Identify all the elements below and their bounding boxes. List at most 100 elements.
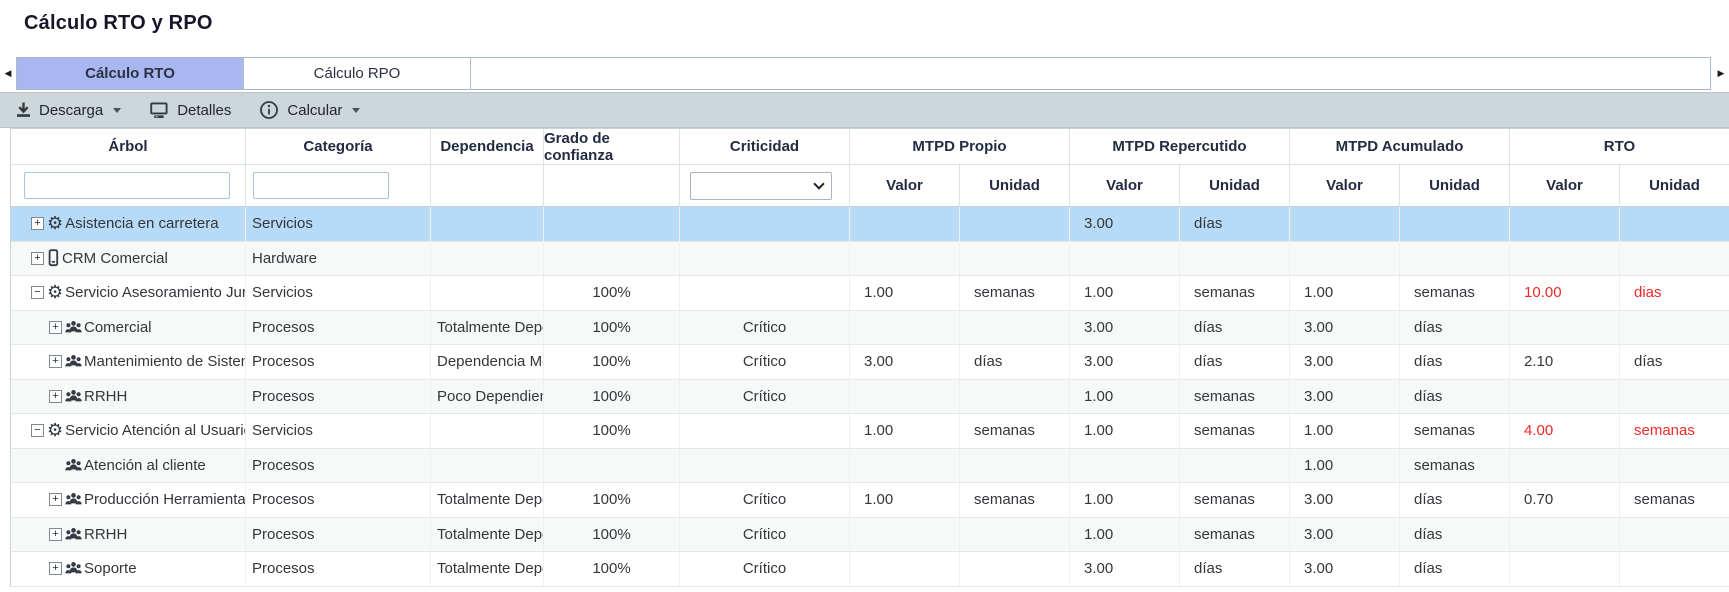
tab-calculo-rto[interactable]: Cálculo RTO <box>17 58 244 89</box>
cell-mtpd-repercutido-unidad: días <box>1180 311 1290 346</box>
cell-rto-unidad <box>1620 449 1729 484</box>
cell-criticidad: Crítico <box>680 483 850 518</box>
service-gear-icon: ⚙ <box>47 422 63 440</box>
caret-down-icon[interactable] <box>352 108 360 113</box>
detalles-button[interactable]: Detalles <box>149 102 231 119</box>
cell-mtpd-propio-valor <box>850 207 960 242</box>
caret-down-icon[interactable] <box>113 108 121 113</box>
cell-mtpd-acumulado-unidad: semanas <box>1400 276 1510 311</box>
cell-mtpd-acumulado-unidad: días <box>1400 483 1510 518</box>
cell-categoria: Procesos <box>246 552 431 587</box>
process-people-icon <box>65 492 82 507</box>
categoria-filter-input[interactable] <box>253 172 389 199</box>
subheader-unidad-0: Unidad <box>960 165 1070 207</box>
cell-mtpd-repercutido-valor: 3.00 <box>1070 552 1180 587</box>
table-row[interactable]: +⚙Asistencia en carreteraServicios3.00dí… <box>11 207 1729 242</box>
cell-mtpd-repercutido-valor <box>1070 449 1180 484</box>
col-header-2: Dependencia <box>431 129 544 165</box>
cell-mtpd-propio-unidad <box>960 518 1070 553</box>
expand-toggle[interactable]: + <box>49 493 62 506</box>
cell-rto-valor: 10.00 <box>1510 276 1620 311</box>
table-row[interactable]: −⚙Servicio Asesoramiento JurídicoServici… <box>11 276 1729 311</box>
cell-grado-confianza: 100% <box>544 414 680 449</box>
cell-dependencia: Totalmente Dependiente <box>431 518 544 553</box>
table-row[interactable]: +CRM ComercialHardware <box>11 242 1729 277</box>
arbol-filter-input[interactable] <box>24 172 230 199</box>
table-row[interactable]: +RRHHProcesosTotalmente Dependiente100%C… <box>11 518 1729 553</box>
expand-toggle[interactable]: + <box>49 562 62 575</box>
cell-mtpd-repercutido-valor: 1.00 <box>1070 414 1180 449</box>
table-row[interactable]: +SoporteProcesosTotalmente Dependiente10… <box>11 552 1729 587</box>
subheader-valor-2: Valor <box>1290 165 1400 207</box>
tab-scroll-left-icon[interactable]: ◀ <box>0 68 16 79</box>
cell-arbol: +RRHH <box>11 518 246 553</box>
cell-categoria: Procesos <box>246 483 431 518</box>
cell-categoria: Procesos <box>246 380 431 415</box>
cell-grado-confianza <box>544 449 680 484</box>
expand-toggle[interactable]: + <box>31 252 44 265</box>
group-header-0: MTPD Propio <box>850 129 1070 165</box>
cell-rto-unidad <box>1620 311 1729 346</box>
expand-toggle[interactable]: + <box>49 321 62 334</box>
table-row[interactable]: Atención al clienteProcesos1.00semanas <box>11 449 1729 484</box>
toolbar-item-label: Detalles <box>177 102 231 119</box>
subheader-unidad-3: Unidad <box>1620 165 1729 207</box>
cell-categoria: Procesos <box>246 311 431 346</box>
cell-categoria: Servicios <box>246 414 431 449</box>
table-row[interactable]: +ComercialProcesosTotalmente Dependiente… <box>11 311 1729 346</box>
grado-filter-cell <box>544 165 680 207</box>
cell-mtpd-acumulado-valor: 1.00 <box>1290 449 1400 484</box>
service-gear-icon: ⚙ <box>47 284 63 302</box>
cell-mtpd-propio-unidad <box>960 449 1070 484</box>
cell-mtpd-repercutido-valor: 3.00 <box>1070 311 1180 346</box>
table-header-row: ÁrbolCategoríaDependenciaGrado de confia… <box>11 129 1729 165</box>
collapse-toggle[interactable]: − <box>31 286 44 299</box>
group-header-2: MTPD Acumulado <box>1290 129 1510 165</box>
expand-toggle[interactable]: + <box>49 528 62 541</box>
cell-mtpd-propio-unidad <box>960 242 1070 277</box>
cell-grado-confianza <box>544 242 680 277</box>
cell-mtpd-repercutido-unidad: días <box>1180 552 1290 587</box>
cell-mtpd-acumulado-unidad: días <box>1400 552 1510 587</box>
cell-mtpd-propio-unidad: días <box>960 345 1070 380</box>
cell-arbol: Atención al cliente <box>11 449 246 484</box>
cell-mtpd-repercutido-valor: 3.00 <box>1070 207 1180 242</box>
cell-rto-unidad: semanas <box>1620 414 1729 449</box>
expand-toggle[interactable]: + <box>31 217 44 230</box>
table-row[interactable]: −⚙Servicio Atención al UsuarioServicios 1… <box>11 414 1729 449</box>
cell-dependencia: Totalmente Dependiente <box>431 311 544 346</box>
table-row[interactable]: +Mantenimiento de SistemasProcesosDepend… <box>11 345 1729 380</box>
cell-grado-confianza: 100% <box>544 483 680 518</box>
cell-mtpd-propio-unidad <box>960 207 1070 242</box>
collapse-toggle[interactable]: − <box>31 424 44 437</box>
tab-calculo-rpo[interactable]: Cálculo RPO <box>244 58 471 89</box>
descarga-button[interactable]: Descarga <box>16 102 121 119</box>
cell-arbol: +Comercial <box>11 311 246 346</box>
cell-criticidad <box>680 414 850 449</box>
cell-rto-unidad: dias <box>1620 276 1729 311</box>
cell-mtpd-propio-valor <box>850 518 960 553</box>
cell-mtpd-acumulado-unidad: días <box>1400 380 1510 415</box>
process-people-icon <box>65 527 82 542</box>
cell-grado-confianza: 100% <box>544 276 680 311</box>
cell-criticidad: Crítico <box>680 552 850 587</box>
col-header-0: Árbol <box>11 129 246 165</box>
cell-criticidad: Crítico <box>680 518 850 553</box>
expand-toggle[interactable]: + <box>49 355 62 368</box>
tab-scroll-right-icon[interactable]: ▶ <box>1713 68 1729 79</box>
calcular-button[interactable]: Calcular <box>259 100 360 120</box>
cell-mtpd-acumulado-valor: 3.00 <box>1290 518 1400 553</box>
tree-node-label: RRHH <box>84 388 127 405</box>
cell-mtpd-acumulado-unidad: semanas <box>1400 414 1510 449</box>
cell-mtpd-repercutido-unidad: días <box>1180 207 1290 242</box>
subheader-unidad-2: Unidad <box>1400 165 1510 207</box>
criticidad-filter-select[interactable] <box>690 172 832 200</box>
cell-arbol: −⚙Servicio Atención al Usuario <box>11 414 246 449</box>
table-row[interactable]: +Producción HerramientasProcesosTotalmen… <box>11 483 1729 518</box>
subheader-valor-0: Valor <box>850 165 960 207</box>
table-row[interactable]: +RRHHProcesosPoco Dependiente100%Crítico… <box>11 380 1729 415</box>
cell-rto-valor <box>1510 242 1620 277</box>
cell-rto-valor <box>1510 311 1620 346</box>
expand-toggle[interactable]: + <box>49 390 62 403</box>
process-people-icon <box>65 354 82 369</box>
